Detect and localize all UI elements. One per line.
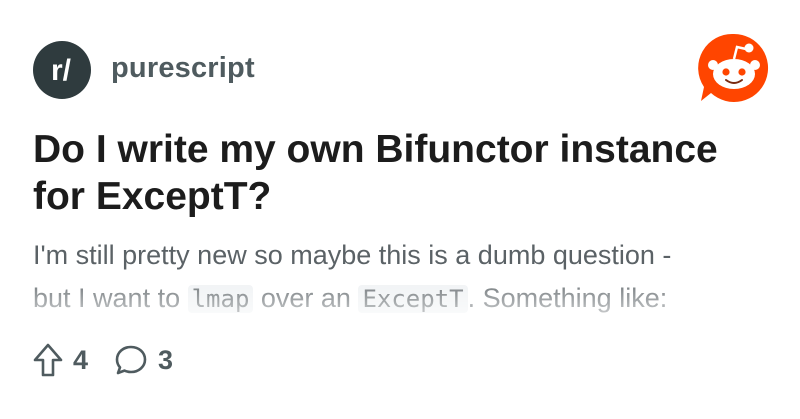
preview-text: . Something like:: [467, 283, 668, 313]
comment-stat[interactable]: 3: [114, 344, 173, 376]
preview-line-2: but I want to lmap over an ExceptT. Some…: [33, 277, 773, 320]
comment-count: 3: [158, 344, 174, 375]
upvote-stat[interactable]: 4: [33, 343, 88, 377]
inline-code: lmap: [187, 285, 254, 313]
subreddit-icon[interactable]: r/: [33, 41, 91, 99]
preview-text: over an: [253, 283, 359, 313]
preview-line-1: I'm still pretty new so maybe this is a …: [33, 240, 672, 270]
post-card[interactable]: r/ purescript Do I write my own Bifuncto…: [0, 0, 800, 419]
subreddit-name[interactable]: purescript: [111, 52, 255, 85]
post-preview: I'm still pretty new so maybe this is a …: [33, 234, 773, 320]
comment-bubble-icon[interactable]: [114, 344, 148, 376]
inline-code: ExceptT: [358, 285, 468, 313]
post-title[interactable]: Do I write my own Bifunctor instance for…: [33, 126, 773, 220]
upvote-count: 4: [73, 344, 89, 375]
post-stats: 4 3: [33, 343, 173, 377]
upvote-arrow-icon[interactable]: [33, 343, 63, 377]
r-slash-glyph: r/: [51, 54, 72, 87]
r-slash-icon: r/: [51, 54, 72, 87]
preview-text: but I want to: [33, 283, 188, 313]
reddit-logo-icon: [697, 31, 771, 105]
